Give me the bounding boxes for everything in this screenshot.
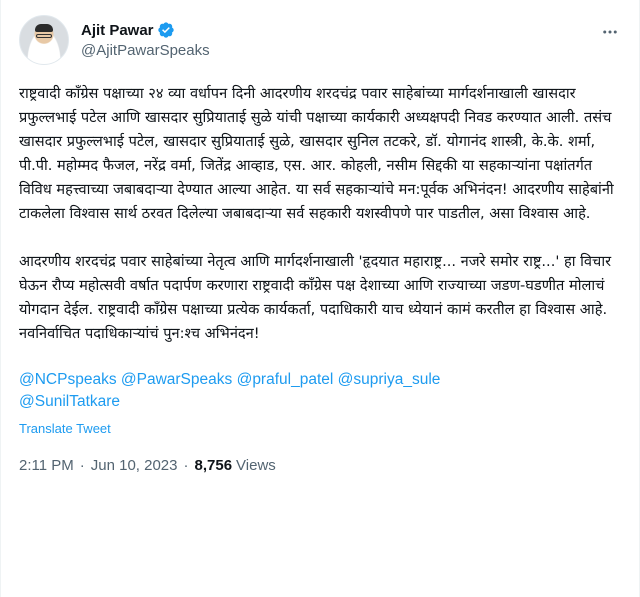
more-options-button[interactable] — [595, 20, 625, 44]
tweet-time[interactable]: 2:11 PM — [19, 457, 74, 474]
tweet-paragraph-2: आदरणीय शरदचंद्र पवार साहेबांच्या नेतृत्व… — [19, 253, 612, 342]
tweet: Ajit Pawar @AjitPawarSpeaks राष्ट्रवादी … — [0, 0, 640, 597]
tweet-paragraph-1: राष्ट्रवादी काँग्रेस पक्षाच्या २४ व्या व… — [19, 85, 614, 222]
tweet-meta: 2:11 PM · Jun 10, 2023 · 8,756 Views — [19, 457, 623, 474]
mention-link[interactable]: @praful_patel — [237, 371, 334, 388]
tweet-header: Ajit Pawar @AjitPawarSpeaks — [19, 12, 623, 68]
meta-separator: · — [183, 457, 189, 474]
handle[interactable]: @AjitPawarSpeaks — [81, 42, 210, 59]
avatar-hair — [35, 24, 53, 32]
views-count[interactable]: 8,756 — [195, 457, 233, 474]
mention-link[interactable]: @NCPspeaks — [19, 371, 117, 388]
translate-tweet-link[interactable]: Translate Tweet — [19, 421, 111, 436]
name-row: Ajit Pawar — [81, 21, 210, 39]
mention-link[interactable]: @PawarSpeaks — [121, 371, 232, 388]
mention-link[interactable]: @supriya_sule — [338, 371, 441, 388]
views-label: Views — [236, 457, 276, 474]
avatar-glasses — [36, 34, 52, 38]
verified-badge-icon — [157, 22, 174, 38]
avatar[interactable] — [19, 15, 69, 65]
mention-link[interactable]: @SunilTatkare — [19, 393, 120, 410]
tweet-date[interactable]: Jun 10, 2023 — [91, 457, 178, 474]
author-names: Ajit Pawar @AjitPawarSpeaks — [81, 21, 210, 60]
tweet-text: राष्ट्रवादी काँग्रेस पक्षाच्या २४ व्या व… — [19, 82, 619, 346]
more-horizontal-icon — [603, 30, 617, 34]
display-name[interactable]: Ajit Pawar — [81, 22, 154, 39]
mentions: @NCPspeaks @PawarSpeaks @praful_patel @s… — [19, 369, 623, 413]
meta-separator: · — [79, 457, 85, 474]
